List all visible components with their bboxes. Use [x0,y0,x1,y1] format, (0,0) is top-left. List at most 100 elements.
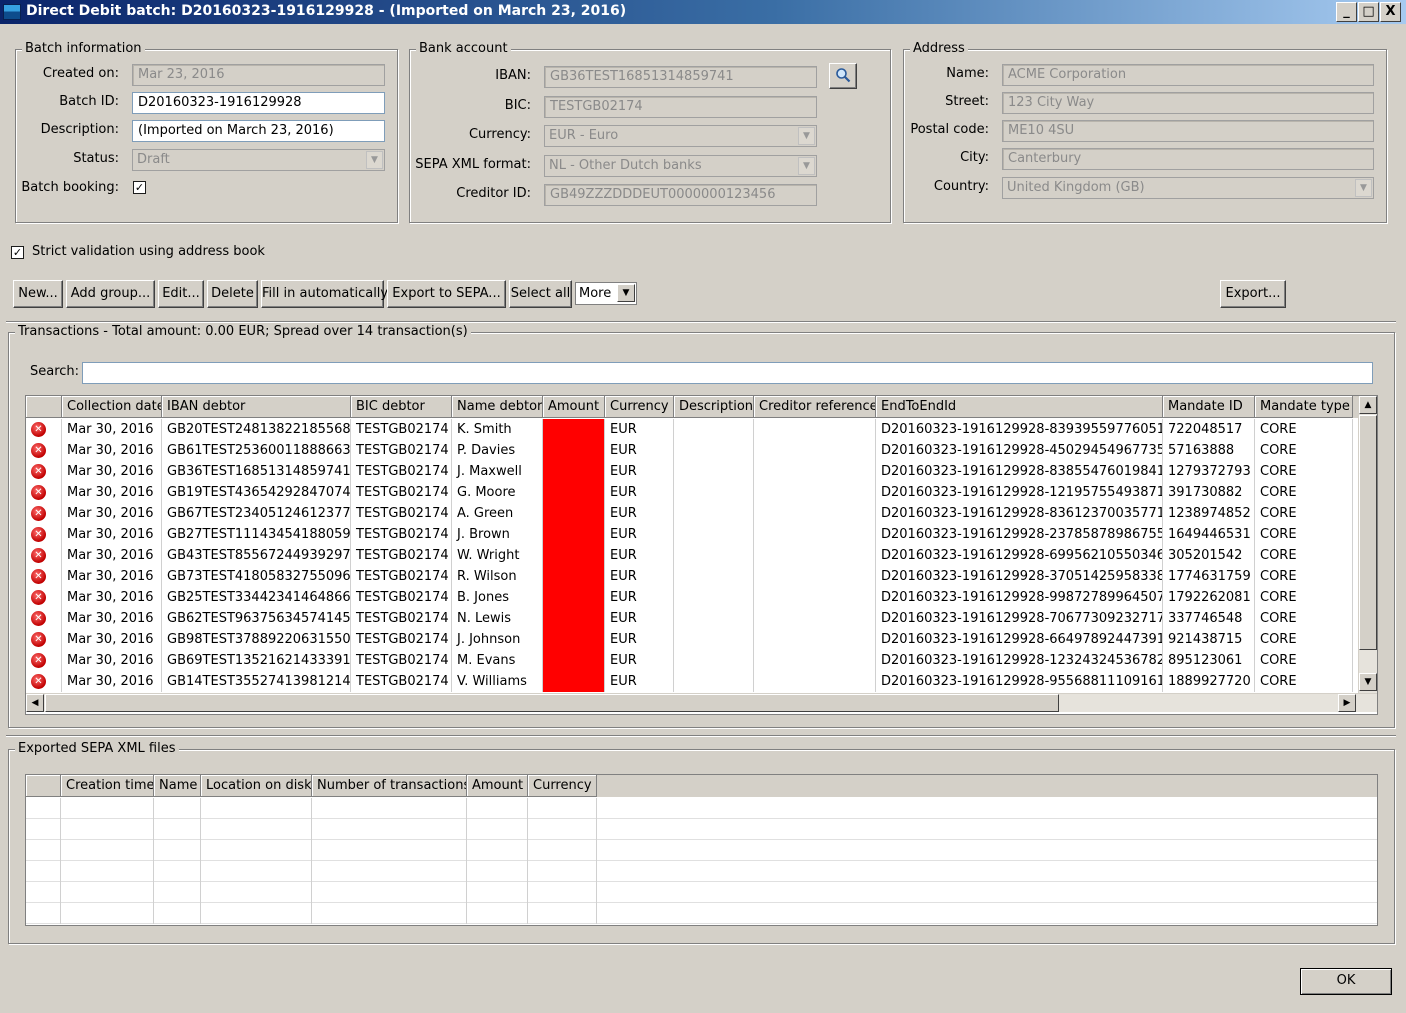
table-row[interactable]: ✕ Mar 30, 2016 GB62TEST96375634574145 TESTG… [26,608,1358,629]
amount-cell [543,566,605,587]
scroll-up-icon[interactable]: ▲ [1359,396,1377,414]
new-button[interactable]: New... [13,280,63,308]
table-cell: TESTGB02174 [351,545,452,566]
table-cell: CORE [1255,482,1353,503]
horizontal-scrollbar[interactable]: ◀ ▶ [26,693,1377,712]
batch-booking-label: Batch booking: [21,180,119,195]
postal-code-label: Postal code: [910,122,989,137]
close-button[interactable]: X [1380,2,1401,22]
table-row[interactable]: ✕ Mar 30, 2016 GB67TEST23405124612377 TESTG… [26,503,1358,524]
table-cell: GB36TEST16851314859741 [162,461,351,482]
table-cell [674,650,754,671]
batch-id-input[interactable]: D20160323-1916129928 [132,92,385,114]
search-input[interactable] [82,362,1373,384]
table-cell [674,566,754,587]
table-row[interactable]: ✕ Mar 30, 2016 GB19TEST43654292847074 TESTG… [26,482,1358,503]
iban-lookup-button[interactable] [829,63,857,89]
column-header[interactable]: Name [154,775,201,797]
table-cell: EUR [605,650,674,671]
column-header[interactable]: Description [674,396,754,418]
scroll-right-icon[interactable]: ▶ [1338,694,1356,712]
column-header[interactable]: Location on disk [201,775,312,797]
table-cell: EUR [605,566,674,587]
column-header[interactable]: Creditor reference [754,396,876,418]
column-header[interactable]: Collection date [62,396,162,418]
table-cell: EUR [605,671,674,692]
table-row[interactable]: ✕ Mar 30, 2016 GB27TEST11143454188059 TESTG… [26,524,1358,545]
table-cell: Mar 30, 2016 [62,545,162,566]
description-input[interactable]: (Imported on March 23, 2016) [132,120,385,142]
table-cell: D20160323-1916129928-83612370035771 [876,503,1163,524]
column-header[interactable] [26,775,61,797]
table-row[interactable]: ✕ Mar 30, 2016 GB61TEST25360011888663 TESTG… [26,440,1358,461]
export-button[interactable]: Export... [1220,280,1286,308]
currency-label: Currency: [468,127,531,142]
table-row[interactable]: ✕ Mar 30, 2016 GB98TEST37889220631550 TESTG… [26,629,1358,650]
column-header[interactable]: IBAN debtor [162,396,351,418]
maximize-button[interactable]: □ [1358,2,1379,22]
table-row[interactable]: ✕ Mar 30, 2016 GB20TEST24813822185568 TESTG… [26,419,1358,440]
table-row[interactable]: ✕ Mar 30, 2016 GB69TEST13521621433391 TESTG… [26,650,1358,671]
table-cell: D20160323-1916129928-83855476019841 [876,461,1163,482]
table-cell: GB20TEST24813822185568 [162,419,351,440]
column-header[interactable]: EndToEndId [876,396,1163,418]
ok-button[interactable]: OK [1300,968,1392,995]
city-label: City: [960,150,989,165]
search-label: Search: [30,364,80,379]
select-all-button[interactable]: Select all [509,280,572,308]
column-header[interactable]: BIC debtor [351,396,452,418]
table-cell: Mar 30, 2016 [62,671,162,692]
status-cell: ✕ [26,482,62,503]
add-group-button[interactable]: Add group... [66,280,155,308]
table-cell [61,882,154,903]
group-title: Bank account [416,41,511,56]
more-dropdown[interactable]: More ▼ [575,282,637,305]
edit-button[interactable]: Edit... [158,280,204,308]
chevron-down-icon: ▼ [366,151,383,169]
table-cell [154,861,201,882]
table-cell: R. Wilson [452,566,543,587]
table-cell [312,903,467,924]
export-to-sepa-button[interactable]: Export to SEPA... [387,280,506,308]
column-header[interactable]: Amount [543,396,605,418]
minimize-button[interactable]: _ [1336,2,1357,22]
scroll-thumb[interactable] [1359,415,1377,650]
table-cell: EUR [605,461,674,482]
column-header[interactable]: Name debtor [452,396,543,418]
table-row[interactable]: ✕ Mar 30, 2016 GB36TEST16851314859741 TESTG… [26,461,1358,482]
table-row[interactable]: ✕ Mar 30, 2016 GB43TEST85567244939297 TESTG… [26,545,1358,566]
column-header[interactable]: Number of transactions [312,775,467,797]
table-row[interactable]: ✕ Mar 30, 2016 GB73TEST41805832755096 TESTG… [26,566,1358,587]
batch-booking-checkbox[interactable]: ✓ [133,181,146,194]
column-header[interactable]: Mandate ID [1163,396,1255,418]
table-cell: GB67TEST23405124612377 [162,503,351,524]
table-row[interactable]: ✕ Mar 30, 2016 GB25TEST33442341464866 TESTG… [26,587,1358,608]
fill-automatically-button[interactable]: Fill in automatically [261,280,388,308]
scroll-down-icon[interactable]: ▼ [1359,673,1377,691]
column-header[interactable]: Currency [605,396,674,418]
more-value: More [579,286,612,301]
table-cell: 1792262081 [1163,587,1255,608]
table-cell: D20160323-1916129928-45029454967735 [876,440,1163,461]
column-header[interactable]: Amount [467,775,528,797]
column-header[interactable]: Creation time [61,775,154,797]
table-cell [26,903,61,924]
table-cell [754,461,876,482]
table-cell [754,482,876,503]
table-cell: 57163888 [1163,440,1255,461]
column-header[interactable]: Mandate type [1255,396,1353,418]
table-cell: 1649446531 [1163,524,1255,545]
status-cell: ✕ [26,524,62,545]
table-cell: GB73TEST41805832755096 [162,566,351,587]
table-row[interactable]: ✕ Mar 30, 2016 GB14TEST35527413981214 TESTG… [26,671,1358,692]
iban-field: GB36TEST16851314859741 [544,66,817,88]
table-cell: EUR [605,629,674,650]
scroll-left-icon[interactable]: ◀ [26,694,44,712]
delete-button[interactable]: Delete [207,280,258,308]
table-cell: GB19TEST43654292847074 [162,482,351,503]
vertical-scrollbar[interactable]: ▲ ▼ [1358,396,1377,693]
scroll-thumb[interactable] [45,694,1059,712]
strict-validation-checkbox[interactable]: ✓ [11,246,24,259]
column-header[interactable] [26,396,62,418]
column-header[interactable]: Currency [528,775,597,797]
